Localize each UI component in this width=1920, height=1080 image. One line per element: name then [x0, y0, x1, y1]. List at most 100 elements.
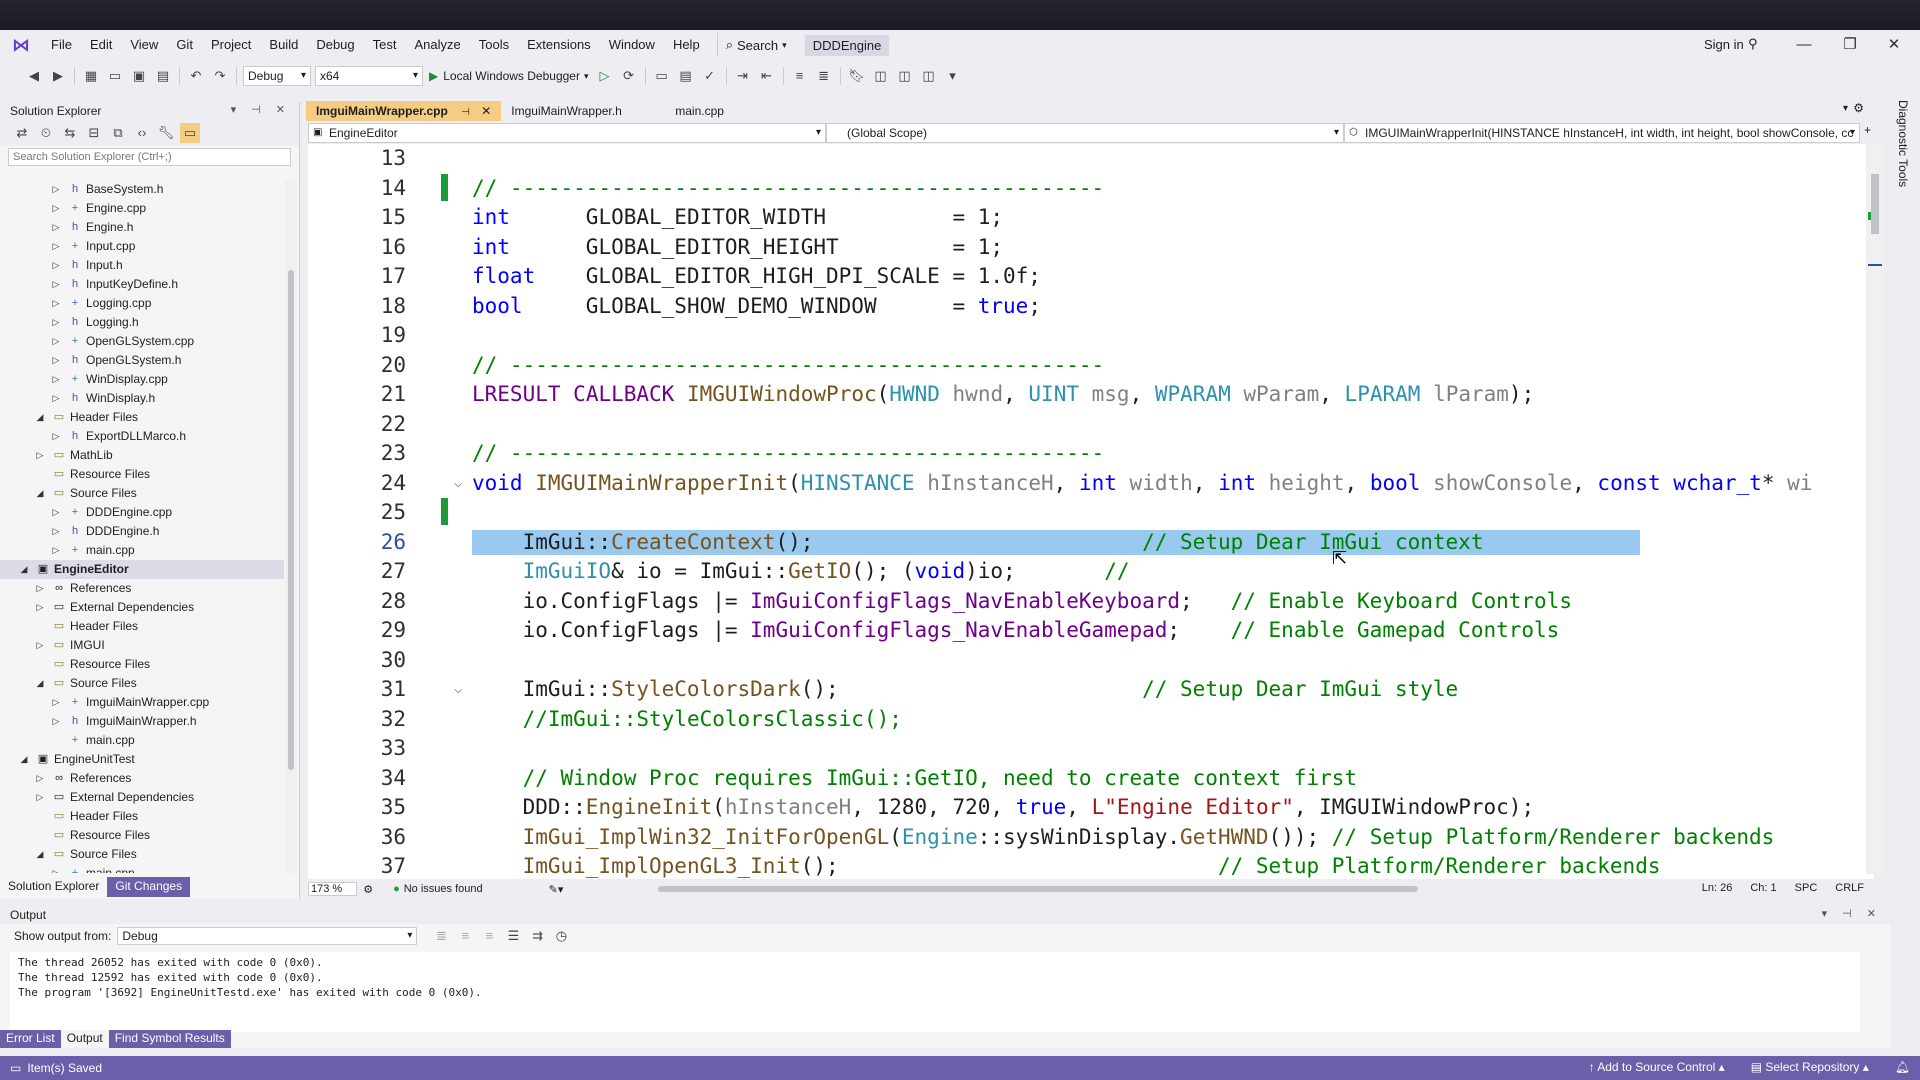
collapse-arrow-icon[interactable]: ◢: [18, 560, 30, 579]
redo-icon[interactable]: ↷: [210, 66, 230, 86]
code-line[interactable]: 37 ImGui_ImplOpenGL3_Init(); // Setup Pl…: [308, 852, 1874, 881]
tree-item[interactable]: ▷ + WinDisplay.cpp: [0, 370, 284, 389]
code-line[interactable]: 32 //ImGui::StyleColorsClassic();: [308, 705, 1874, 734]
code-line[interactable]: 24 ⌵ void IMGUIMainWrapperInit(HINSTANCE h…: [308, 469, 1874, 498]
tree-item[interactable]: ▷ + Engine.cpp: [0, 199, 284, 218]
spell-check-icon[interactable]: ✓: [700, 66, 720, 86]
prev-message-icon[interactable]: ≡: [455, 926, 475, 946]
tree-item[interactable]: ◢ ▣ EngineUnitTest: [0, 750, 284, 769]
code-editor[interactable]: 13 14 // ---------------------------------…: [308, 144, 1874, 879]
tree-item[interactable]: ▷ + main.cpp: [0, 541, 284, 560]
scrollbar-thumb[interactable]: [658, 886, 1418, 892]
expand-arrow-icon[interactable]: ▷: [50, 389, 62, 408]
code-line[interactable]: 16 int GLOBAL_EDITOR_HEIGHT = 1;: [308, 233, 1874, 262]
tree-item[interactable]: ▷ ▭ IMGUI: [0, 636, 284, 655]
panel-controls[interactable]: ▾ ⊣ ✕: [1822, 907, 1882, 920]
add-to-source-control-button[interactable]: ↑ Add to Source Control ▴: [1589, 1060, 1725, 1074]
tree-item[interactable]: ◢ ▭ Source Files: [0, 674, 284, 693]
tree-item[interactable]: ▷ h ImguiMainWrapper.h: [0, 712, 284, 731]
code-icon[interactable]: ‹›: [132, 123, 152, 143]
solution-explorer-search-input[interactable]: Search Solution Explorer (Ctrl+;): [8, 148, 291, 166]
tab-imguimainwrapper-cpp[interactable]: ImguiMainWrapper.cpp ⊣ ✕: [306, 101, 502, 121]
tree-item[interactable]: ◢ ▣ EngineEditor: [0, 560, 284, 579]
close-icon[interactable]: ✕: [1872, 34, 1916, 56]
fold-toggle-icon[interactable]: ⌵: [454, 469, 462, 498]
brush-icon[interactable]: ✎▾: [549, 883, 564, 896]
menu-item-extensions[interactable]: Extensions: [518, 33, 600, 57]
search-button[interactable]: ⌕ Search ▾: [716, 33, 795, 57]
pin-icon[interactable]: ⊣: [461, 107, 470, 118]
code-line[interactable]: 26 ImGui::CreateContext(); // Setup Dear…: [308, 528, 1874, 557]
word-wrap-icon[interactable]: ⇉: [527, 926, 547, 946]
diagnostic-tools-tab[interactable]: Diagnostic Tools: [1896, 100, 1910, 187]
expand-arrow-icon[interactable]: ▷: [34, 579, 46, 598]
solution-explorer-scrollbar[interactable]: [285, 180, 297, 873]
tree-item[interactable]: ▷ ∞ References: [0, 579, 284, 598]
indent-icon[interactable]: ≡: [790, 66, 810, 86]
collapse-all-icon[interactable]: ⊟: [84, 123, 104, 143]
tree-item[interactable]: ◢ ▭ Header Files: [0, 408, 284, 427]
collapse-arrow-icon[interactable]: ◢: [34, 484, 46, 503]
minimize-icon[interactable]: —: [1782, 34, 1826, 56]
code-line[interactable]: 25: [308, 498, 1874, 527]
expand-arrow-icon[interactable]: ▷: [34, 769, 46, 788]
expand-arrow-icon[interactable]: ▷: [50, 313, 62, 332]
start-without-debugging-icon[interactable]: ▷: [595, 66, 615, 86]
history-icon[interactable]: ⏲: [36, 123, 56, 143]
tree-item[interactable]: ▭ Resource Files: [0, 826, 284, 845]
timestamp-icon[interactable]: ◷: [551, 926, 571, 946]
step-out-icon[interactable]: ⇤: [757, 66, 777, 86]
health-icon[interactable]: ⚙: [363, 883, 373, 896]
menu-item-window[interactable]: Window: [600, 33, 664, 57]
code-line[interactable]: 22: [308, 410, 1874, 439]
tree-item[interactable]: ▷ + ImguiMainWrapper.cpp: [0, 693, 284, 712]
next-message-icon[interactable]: ≡: [479, 926, 499, 946]
switch-views-icon[interactable]: ⇄: [12, 123, 32, 143]
clear-all-icon[interactable]: ☰: [503, 926, 523, 946]
sync-icon[interactable]: ⇆: [60, 123, 80, 143]
code-line[interactable]: 18 bool GLOBAL_SHOW_DEMO_WINDOW = true;: [308, 292, 1874, 321]
tree-item[interactable]: ▷ ∞ References: [0, 769, 284, 788]
output-source-select[interactable]: Debug: [117, 927, 418, 945]
layout-icon[interactable]: ▤: [676, 66, 696, 86]
tree-item[interactable]: ▷ ▭ MathLib: [0, 446, 284, 465]
tree-item[interactable]: ▭ Resource Files: [0, 465, 284, 484]
expand-arrow-icon[interactable]: ▷: [50, 864, 62, 873]
collapse-arrow-icon[interactable]: ◢: [34, 845, 46, 864]
collapse-arrow-icon[interactable]: ◢: [34, 674, 46, 693]
menu-item-tools[interactable]: Tools: [470, 33, 518, 57]
tree-item[interactable]: ▭ Header Files: [0, 617, 284, 636]
tree-item[interactable]: ▷ h Engine.h: [0, 218, 284, 237]
scrollbar-thumb[interactable]: [288, 270, 294, 770]
expand-arrow-icon[interactable]: ▷: [50, 522, 62, 541]
bookmark-icon[interactable]: 🔖︎: [847, 66, 867, 86]
tree-item[interactable]: ▷ h Logging.h: [0, 313, 284, 332]
tree-item[interactable]: ▷ ▭ External Dependencies: [0, 598, 284, 617]
menu-item-test[interactable]: Test: [364, 33, 406, 57]
tree-item[interactable]: ▷ + Logging.cpp: [0, 294, 284, 313]
forward-icon[interactable]: ▶: [48, 66, 68, 86]
clear-bookmarks-icon[interactable]: ◫: [919, 66, 939, 86]
tab-git-changes[interactable]: Git Changes: [107, 877, 191, 897]
menu-item-help[interactable]: Help: [664, 33, 709, 57]
expand-arrow-icon[interactable]: ▷: [50, 503, 62, 522]
code-line[interactable]: 23 // -----------------------------------…: [308, 439, 1874, 468]
start-debugging-button[interactable]: ▶ Local Windows Debugger ▾: [429, 69, 589, 83]
outdent-icon[interactable]: ≣: [814, 66, 834, 86]
menu-item-project[interactable]: Project: [202, 33, 260, 57]
code-line[interactable]: 36 ImGui_ImplWin32_InitForOpenGL(Engine:…: [308, 823, 1874, 852]
tree-item[interactable]: ▷ h ExportDLLMarco.h: [0, 427, 284, 446]
issues-label[interactable]: No issues found: [404, 883, 483, 895]
tab-imguimainwrapper-h[interactable]: ImguiMainWrapper.h: [501, 101, 665, 121]
next-bookmark-icon[interactable]: ◫: [895, 66, 915, 86]
step-icon[interactable]: ⇥: [733, 66, 753, 86]
select-repository-button[interactable]: ▤ Select Repository ▴: [1751, 1060, 1869, 1074]
menu-item-analyze[interactable]: Analyze: [405, 33, 469, 57]
tree-item[interactable]: ▷ h OpenGLSystem.h: [0, 351, 284, 370]
expand-arrow-icon[interactable]: ▷: [50, 218, 62, 237]
tree-item[interactable]: ▷ h BaseSystem.h: [0, 180, 284, 199]
expand-arrow-icon[interactable]: ▷: [50, 199, 62, 218]
tree-item[interactable]: ▷ h DDDEngine.h: [0, 522, 284, 541]
tree-item[interactable]: ▷ h WinDisplay.h: [0, 389, 284, 408]
menu-item-edit[interactable]: Edit: [81, 33, 121, 57]
